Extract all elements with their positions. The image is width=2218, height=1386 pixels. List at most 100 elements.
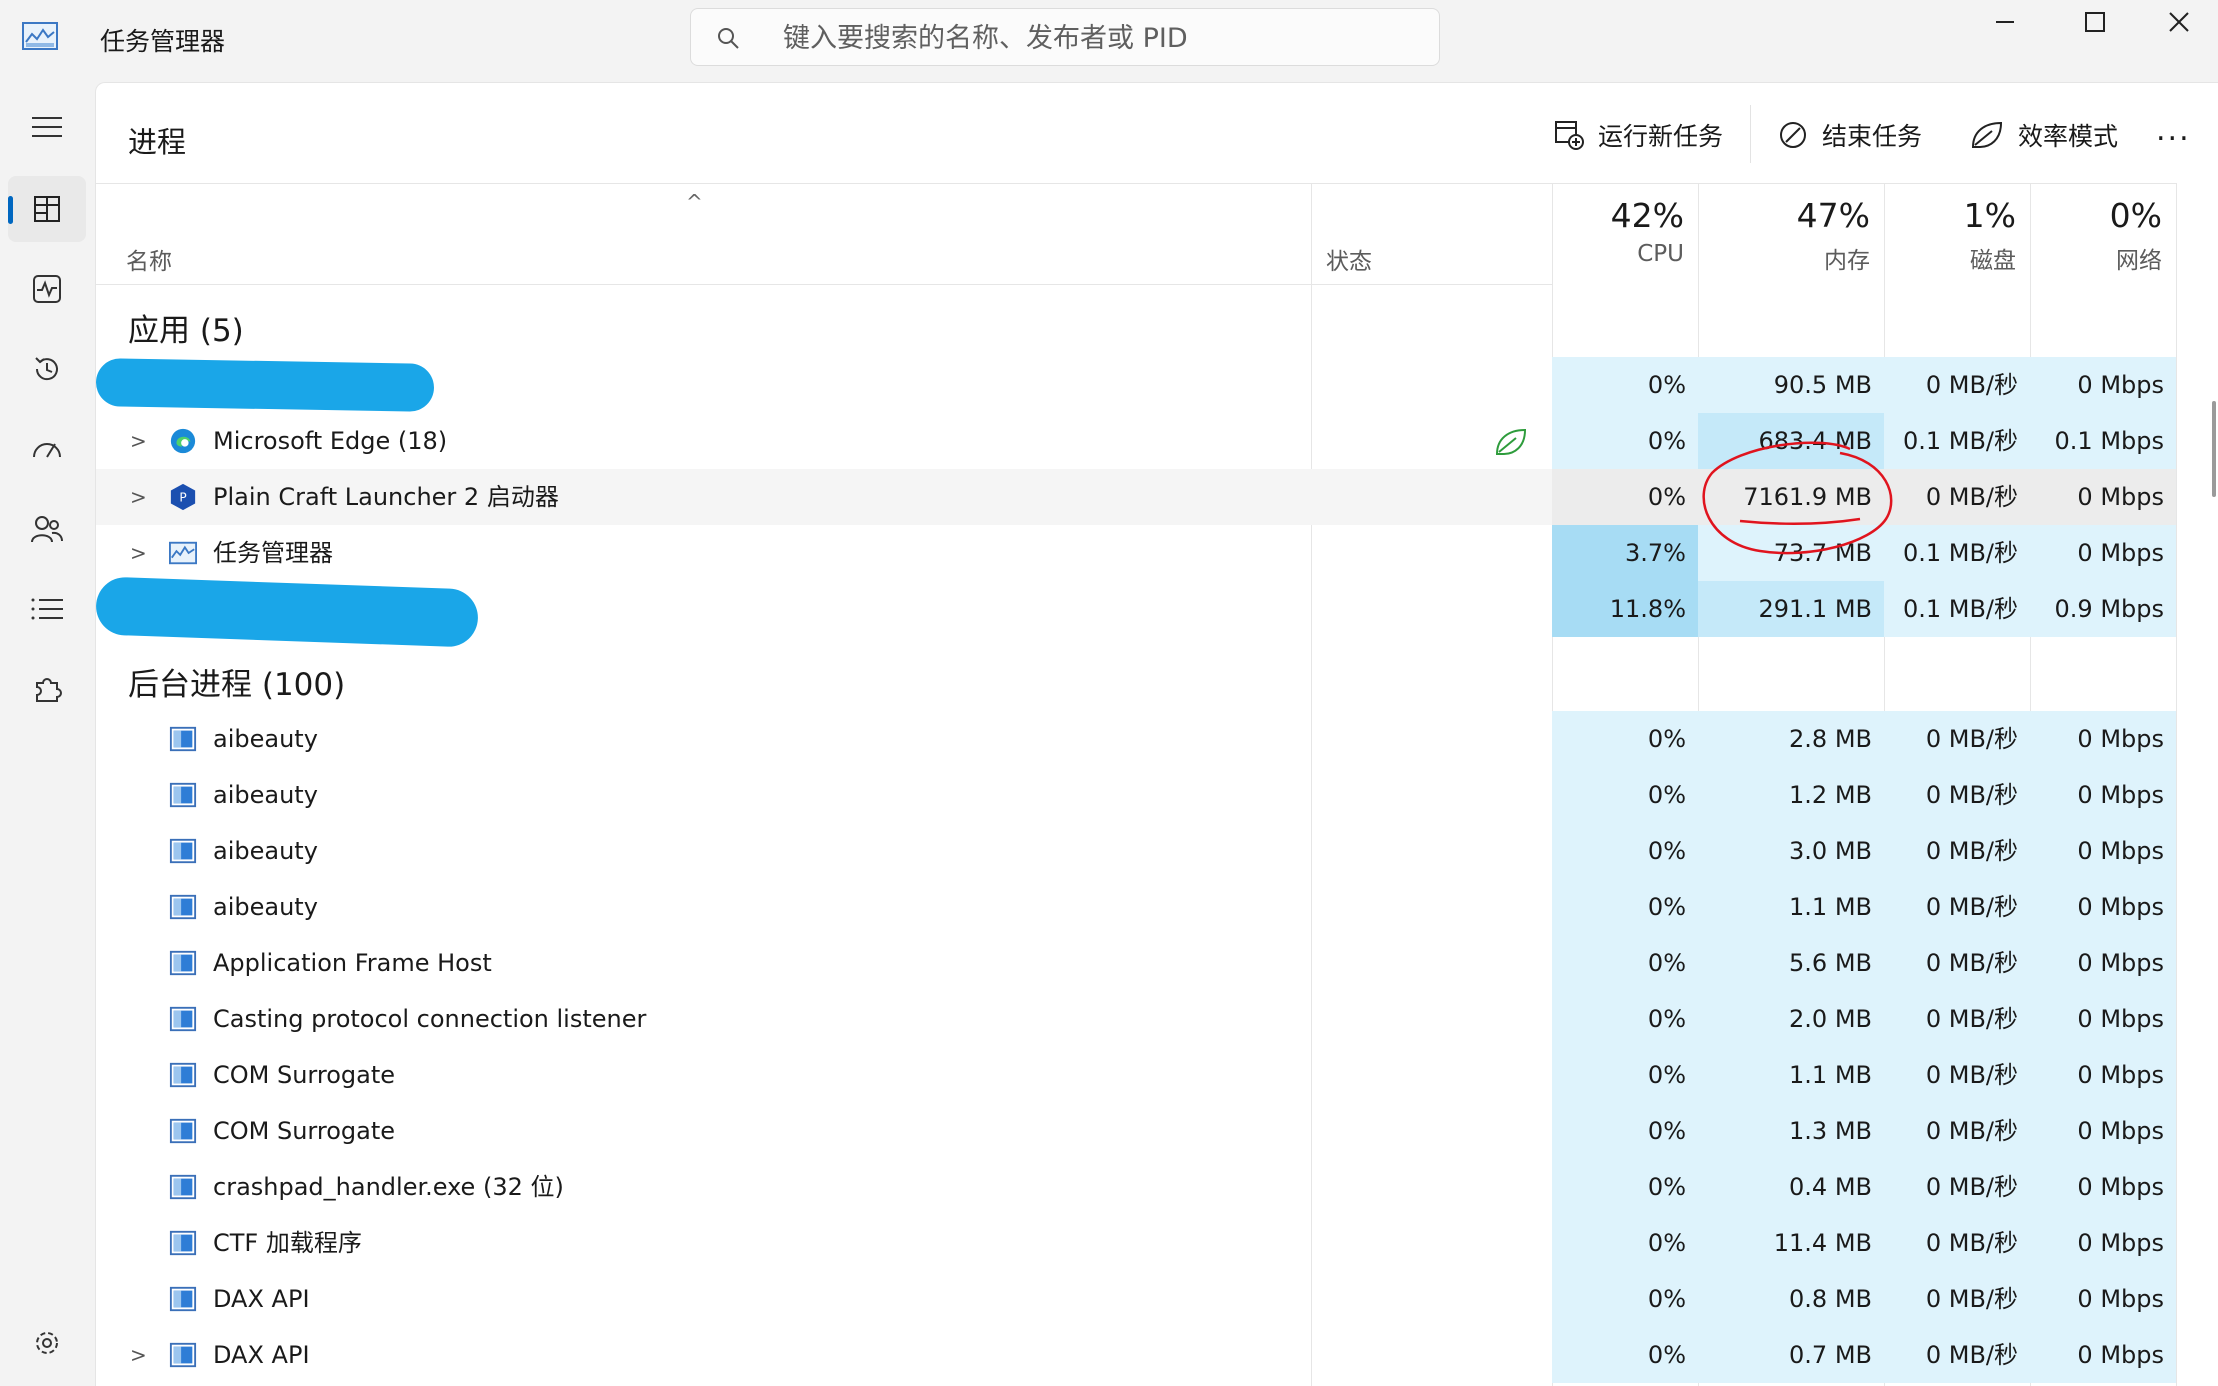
network-total: 0%: [2109, 196, 2162, 235]
cpu-cell: 0%: [1552, 935, 1698, 991]
processes-icon: [34, 196, 60, 222]
close-button[interactable]: [2140, 0, 2218, 44]
disk-cell: 0 MB/秒: [1884, 469, 2030, 525]
process-name: Plain Craft Launcher 2 启动器: [213, 483, 559, 511]
nav-users[interactable]: [8, 496, 86, 562]
table-row[interactable]: > DAX API 0% 0.7 MB 0 MB/秒 0 Mbps: [96, 1327, 2176, 1383]
efficiency-leaf-icon: [1971, 121, 2003, 148]
expand-chevron-icon[interactable]: >: [130, 525, 147, 581]
disk-cell: 0 MB/秒: [1884, 1103, 2030, 1159]
disk-cell: 0 MB/秒: [1884, 1215, 2030, 1271]
search-input[interactable]: [781, 19, 1405, 57]
column-name[interactable]: 名称: [126, 242, 172, 276]
cpu-cell: 0%: [1552, 879, 1698, 935]
services-puzzle-icon: [36, 678, 62, 702]
cpu-cell: 0%: [1552, 413, 1698, 469]
column-divider: [2176, 183, 2177, 1386]
process-window-icon: [169, 1006, 197, 1032]
end-task-icon: [1780, 122, 1806, 148]
nav-performance[interactable]: [8, 256, 86, 322]
memory-cell: 0.4 MB: [1698, 1159, 1884, 1215]
expand-chevron-icon[interactable]: >: [130, 469, 147, 525]
process-window-icon: [169, 1342, 197, 1368]
svg-text:P: P: [179, 491, 186, 505]
expand-chevron-icon[interactable]: >: [130, 413, 147, 469]
memory-total: 47%: [1796, 196, 1870, 235]
cpu-cell: 0%: [1552, 823, 1698, 879]
scrollbar-thumb[interactable]: [2212, 401, 2216, 497]
memory-cell: 3.0 MB: [1698, 823, 1884, 879]
title-bar: 任务管理器: [0, 0, 2218, 82]
column-network[interactable]: 0% 网络: [2030, 184, 2176, 284]
edge-icon: [170, 428, 196, 454]
process-window-icon: [169, 1174, 197, 1200]
end-task-button[interactable]: 结束任务: [1778, 113, 1922, 157]
disk-cell: 0 MB/秒: [1884, 1327, 2030, 1383]
column-memory[interactable]: 47% 内存: [1698, 184, 1884, 284]
process-window-icon: [169, 950, 197, 976]
table-row[interactable]: aibeauty 0% 3.0 MB 0 MB/秒 0 Mbps: [96, 823, 2176, 879]
nav-startup-apps[interactable]: [8, 416, 86, 482]
nav-app-history[interactable]: [8, 336, 86, 402]
network-cell: 0 Mbps: [2030, 1271, 2176, 1327]
efficiency-mode-button[interactable]: 效率模式: [1970, 113, 2118, 157]
column-header: ^ 名称 状态 42% CPU 47% 内存 1% 磁盘 0% 网络: [96, 183, 2176, 285]
cpu-cell: 0%: [1552, 711, 1698, 767]
network-cell: 0 Mbps: [2030, 935, 2176, 991]
pcl-launcher-icon: P: [170, 483, 196, 511]
table-row[interactable]: Application Frame Host 0% 5.6 MB 0 MB/秒 0 Mb…: [96, 935, 2176, 991]
more-options-button[interactable]: ...: [2156, 113, 2191, 148]
table-row[interactable]: DAX API 0% 0.8 MB 0 MB/秒 0 Mbps: [96, 1271, 2176, 1327]
search-box[interactable]: [690, 8, 1440, 66]
table-row[interactable]: aibeauty 0% 1.1 MB 0 MB/秒 0 Mbps: [96, 879, 2176, 935]
cpu-cell: 0%: [1552, 357, 1698, 413]
process-name: aibeauty: [213, 781, 318, 809]
nav-details[interactable]: [8, 576, 86, 642]
memory-cell: 5.6 MB: [1698, 935, 1884, 991]
column-status[interactable]: 状态: [1326, 242, 1372, 276]
disk-cell: 0 MB/秒: [1884, 1047, 2030, 1103]
cpu-cell: 0%: [1552, 1215, 1698, 1271]
nav-services[interactable]: [8, 656, 86, 722]
annotation-circle: [1702, 441, 1893, 555]
table-row[interactable]: aibeauty 0% 2.8 MB 0 MB/秒 0 Mbps: [96, 711, 2176, 767]
table-row[interactable]: Casting protocol connection listener 0% 2.…: [96, 991, 2176, 1047]
expand-chevron-icon[interactable]: >: [130, 1327, 147, 1383]
process-window-icon: [169, 838, 197, 864]
memory-label: 内存: [1824, 248, 1870, 274]
end-task-label: 结束任务: [1822, 122, 1923, 151]
memory-cell: 0.7 MB: [1698, 1327, 1884, 1383]
table-row[interactable]: crashpad_handler.exe (32 位) 0% 0.4 MB 0 MB/…: [96, 1159, 2176, 1215]
process-window-icon: [169, 782, 197, 808]
cpu-cell: 0%: [1552, 1159, 1698, 1215]
startup-gauge-icon: [33, 443, 61, 458]
disk-cell: 0 MB/秒: [1884, 991, 2030, 1047]
group-apps[interactable]: 应用 (5): [128, 305, 244, 350]
table-row[interactable]: COM Surrogate 0% 1.1 MB 0 MB/秒 0 Mbps: [96, 1047, 2176, 1103]
network-cell: 0.9 Mbps: [2030, 581, 2176, 637]
memory-cell: 1.1 MB: [1698, 1047, 1884, 1103]
processes-panel: 进程 运行新任务 结束任务 效率模式 ... ^ 名称 状态 42% CPU 4…: [95, 82, 2218, 1386]
column-disk[interactable]: 1% 磁盘: [1884, 184, 2030, 284]
maximize-button[interactable]: [2050, 0, 2140, 44]
process-name: DAX API: [213, 1341, 310, 1369]
table-row[interactable]: CTF 加载程序 0% 11.4 MB 0 MB/秒 0 Mbps: [96, 1215, 2176, 1271]
process-name: COM Surrogate: [213, 1117, 396, 1145]
nav-processes[interactable]: [8, 176, 86, 242]
cpu-cell: 0%: [1552, 1271, 1698, 1327]
table-row[interactable]: COM Surrogate 0% 1.3 MB 0 MB/秒 0 Mbps: [96, 1103, 2176, 1159]
sort-ascending-icon[interactable]: ^: [686, 190, 703, 214]
history-icon: [35, 357, 58, 381]
group-background-processes[interactable]: 后台进程 (100): [128, 659, 345, 704]
disk-label: 磁盘: [1970, 248, 2016, 274]
task-manager-icon: [22, 22, 58, 50]
cpu-cell: 0%: [1552, 767, 1698, 823]
disk-cell: 0.1 MB/秒: [1884, 413, 2030, 469]
hamburger-menu-button[interactable]: [8, 94, 86, 160]
hamburger-icon: [32, 117, 62, 137]
nav-settings[interactable]: [8, 1310, 86, 1376]
column-cpu[interactable]: 42% CPU: [1552, 184, 1698, 284]
table-row[interactable]: aibeauty 0% 1.2 MB 0 MB/秒 0 Mbps: [96, 767, 2176, 823]
minimize-button[interactable]: [1960, 0, 2050, 44]
run-new-task-button[interactable]: 运行新任务: [1554, 113, 1723, 157]
